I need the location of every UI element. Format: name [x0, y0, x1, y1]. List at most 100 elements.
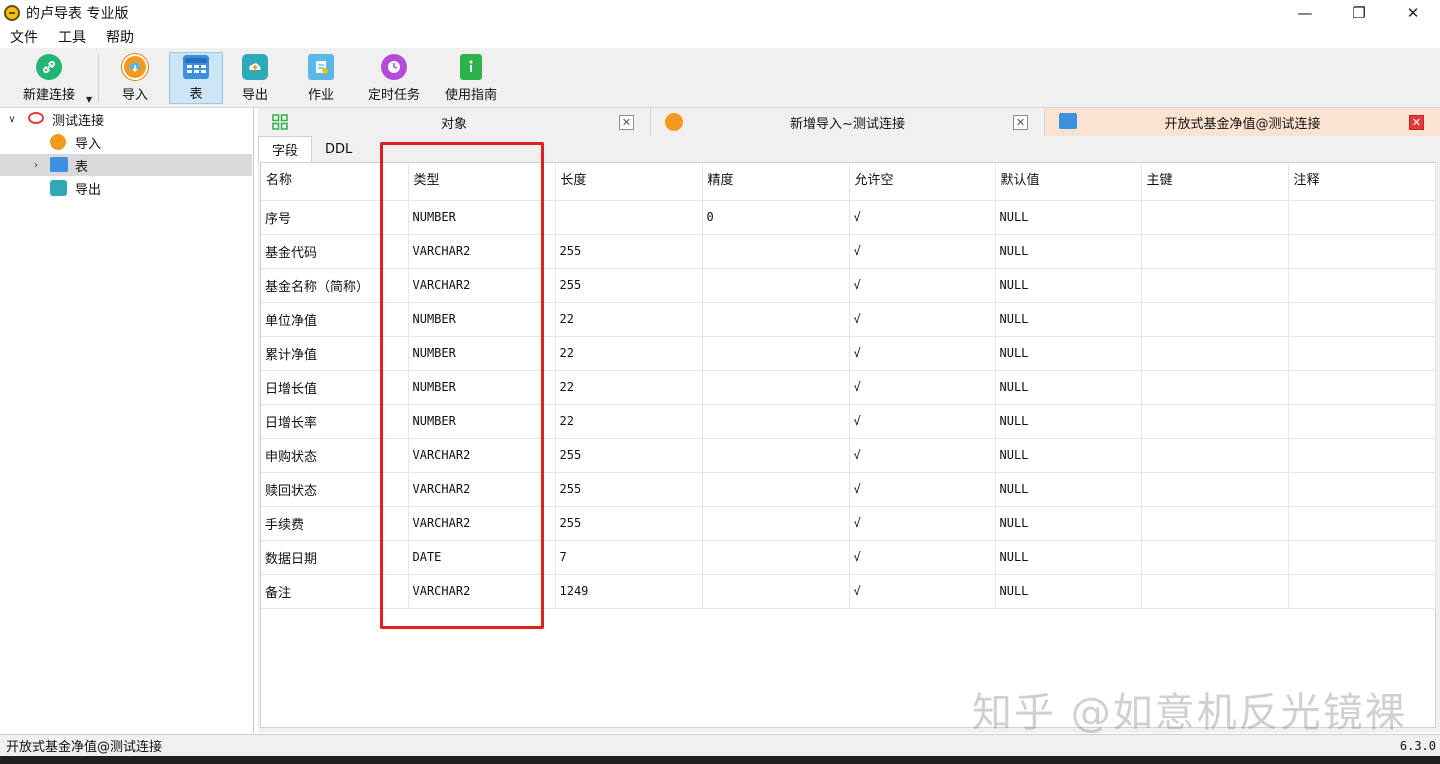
column-header-nullable[interactable]: 允许空: [849, 163, 996, 201]
table-row[interactable]: 序号 NUMBER 0 √ NULL: [261, 200, 1436, 235]
cell-precision[interactable]: [702, 404, 850, 439]
menu-file[interactable]: 文件: [0, 27, 48, 47]
cell-type[interactable]: VARCHAR2: [408, 438, 556, 473]
cell-type[interactable]: VARCHAR2: [408, 268, 556, 303]
cell-primary-key[interactable]: [1141, 438, 1289, 473]
tab-fund-table[interactable]: 开放式基金净值@测试连接 ✕: [1045, 108, 1440, 136]
close-tab-icon[interactable]: ✕: [1409, 115, 1424, 130]
cell-name[interactable]: 数据日期: [261, 540, 409, 575]
table-row[interactable]: 单位净值 NUMBER 22 √ NULL: [261, 302, 1436, 337]
cell-length[interactable]: 7: [555, 540, 703, 575]
new-connection-button[interactable]: 新建连接: [14, 52, 84, 104]
menu-help[interactable]: 帮助: [96, 27, 144, 47]
cell-type[interactable]: NUMBER: [408, 370, 556, 405]
cell-length[interactable]: 22: [555, 404, 703, 439]
cell-name[interactable]: 备注: [261, 574, 409, 609]
cell-nullable[interactable]: √: [849, 438, 996, 473]
cell-nullable[interactable]: √: [849, 404, 996, 439]
cell-default[interactable]: NULL: [995, 540, 1142, 575]
cell-precision[interactable]: [702, 472, 850, 507]
cell-nullable[interactable]: √: [849, 268, 996, 303]
cell-comment[interactable]: [1288, 438, 1436, 473]
tree-item-export[interactable]: 导出: [0, 177, 252, 199]
cell-type[interactable]: VARCHAR2: [408, 574, 556, 609]
cell-primary-key[interactable]: [1141, 472, 1289, 507]
cell-type[interactable]: DATE: [408, 540, 556, 575]
cell-nullable[interactable]: √: [849, 370, 996, 405]
cell-length[interactable]: 255: [555, 438, 703, 473]
cell-default[interactable]: NULL: [995, 506, 1142, 541]
cell-nullable[interactable]: √: [849, 540, 996, 575]
cell-primary-key[interactable]: [1141, 506, 1289, 541]
cell-default[interactable]: NULL: [995, 370, 1142, 405]
cell-comment[interactable]: [1288, 404, 1436, 439]
cell-default[interactable]: NULL: [995, 438, 1142, 473]
table-row[interactable]: 手续费 VARCHAR2 255 √ NULL: [261, 506, 1436, 541]
cell-comment[interactable]: [1288, 574, 1436, 609]
cell-nullable[interactable]: √: [849, 234, 996, 269]
column-header-type[interactable]: 类型: [408, 163, 556, 201]
table-button[interactable]: 表: [169, 52, 223, 104]
cell-primary-key[interactable]: [1141, 200, 1289, 235]
cell-precision[interactable]: [702, 438, 850, 473]
table-row[interactable]: 申购状态 VARCHAR2 255 √ NULL: [261, 438, 1436, 473]
cell-default[interactable]: NULL: [995, 200, 1142, 235]
close-tab-icon[interactable]: ✕: [619, 115, 634, 130]
guide-button[interactable]: 使用指南: [440, 52, 502, 104]
cell-default[interactable]: NULL: [995, 574, 1142, 609]
cell-primary-key[interactable]: [1141, 268, 1289, 303]
cell-comment[interactable]: [1288, 336, 1436, 371]
cell-nullable[interactable]: √: [849, 302, 996, 337]
table-row[interactable]: 日增长率 NUMBER 22 √ NULL: [261, 404, 1436, 439]
table-row[interactable]: 基金名称（简称） VARCHAR2 255 √ NULL: [261, 268, 1436, 303]
cell-default[interactable]: NULL: [995, 234, 1142, 269]
cell-primary-key[interactable]: [1141, 540, 1289, 575]
cell-default[interactable]: NULL: [995, 472, 1142, 507]
close-button[interactable]: ✕: [1386, 0, 1440, 26]
tab-fields[interactable]: 字段: [258, 136, 313, 162]
cell-nullable[interactable]: √: [849, 200, 996, 235]
cell-default[interactable]: NULL: [995, 302, 1142, 337]
dropdown-arrow-icon[interactable]: ▼: [86, 95, 92, 104]
schedule-button[interactable]: 定时任务: [362, 52, 426, 104]
cell-primary-key[interactable]: [1141, 234, 1289, 269]
cell-name[interactable]: 基金代码: [261, 234, 409, 269]
column-header-length[interactable]: 长度: [555, 163, 703, 201]
cell-type[interactable]: VARCHAR2: [408, 234, 556, 269]
tree-item-import[interactable]: 导入: [0, 131, 252, 153]
cell-comment[interactable]: [1288, 268, 1436, 303]
tree-item-table[interactable]: › 表: [0, 154, 252, 176]
table-row[interactable]: 累计净值 NUMBER 22 √ NULL: [261, 336, 1436, 371]
import-button[interactable]: 导入: [110, 52, 160, 104]
cell-type[interactable]: NUMBER: [408, 302, 556, 337]
column-header-default[interactable]: 默认值: [995, 163, 1142, 201]
tab-objects[interactable]: 对象 ✕: [258, 108, 651, 136]
collapse-chevron-icon[interactable]: ›: [30, 160, 42, 171]
cell-nullable[interactable]: √: [849, 506, 996, 541]
close-tab-icon[interactable]: ✕: [1013, 115, 1028, 130]
cell-comment[interactable]: [1288, 472, 1436, 507]
cell-default[interactable]: NULL: [995, 336, 1142, 371]
maximize-button[interactable]: ❐: [1332, 0, 1386, 26]
cell-type[interactable]: NUMBER: [408, 404, 556, 439]
job-button[interactable]: 作业: [296, 52, 346, 104]
cell-name[interactable]: 申购状态: [261, 438, 409, 473]
cell-primary-key[interactable]: [1141, 404, 1289, 439]
cell-type[interactable]: NUMBER: [408, 200, 556, 235]
cell-nullable[interactable]: √: [849, 336, 996, 371]
cell-primary-key[interactable]: [1141, 574, 1289, 609]
cell-length[interactable]: 22: [555, 370, 703, 405]
cell-length[interactable]: 22: [555, 336, 703, 371]
cell-primary-key[interactable]: [1141, 336, 1289, 371]
export-button[interactable]: 导出: [230, 52, 280, 104]
column-header-precision[interactable]: 精度: [702, 163, 850, 201]
cell-name[interactable]: 日增长率: [261, 404, 409, 439]
tab-new-import[interactable]: 新增导入~测试连接 ✕: [651, 108, 1045, 136]
cell-comment[interactable]: [1288, 302, 1436, 337]
cell-precision[interactable]: [702, 302, 850, 337]
cell-length[interactable]: 1249: [555, 574, 703, 609]
cell-length[interactable]: 255: [555, 268, 703, 303]
table-row[interactable]: 基金代码 VARCHAR2 255 √ NULL: [261, 234, 1436, 269]
cell-name[interactable]: 基金名称（简称）: [261, 268, 409, 303]
cell-comment[interactable]: [1288, 234, 1436, 269]
